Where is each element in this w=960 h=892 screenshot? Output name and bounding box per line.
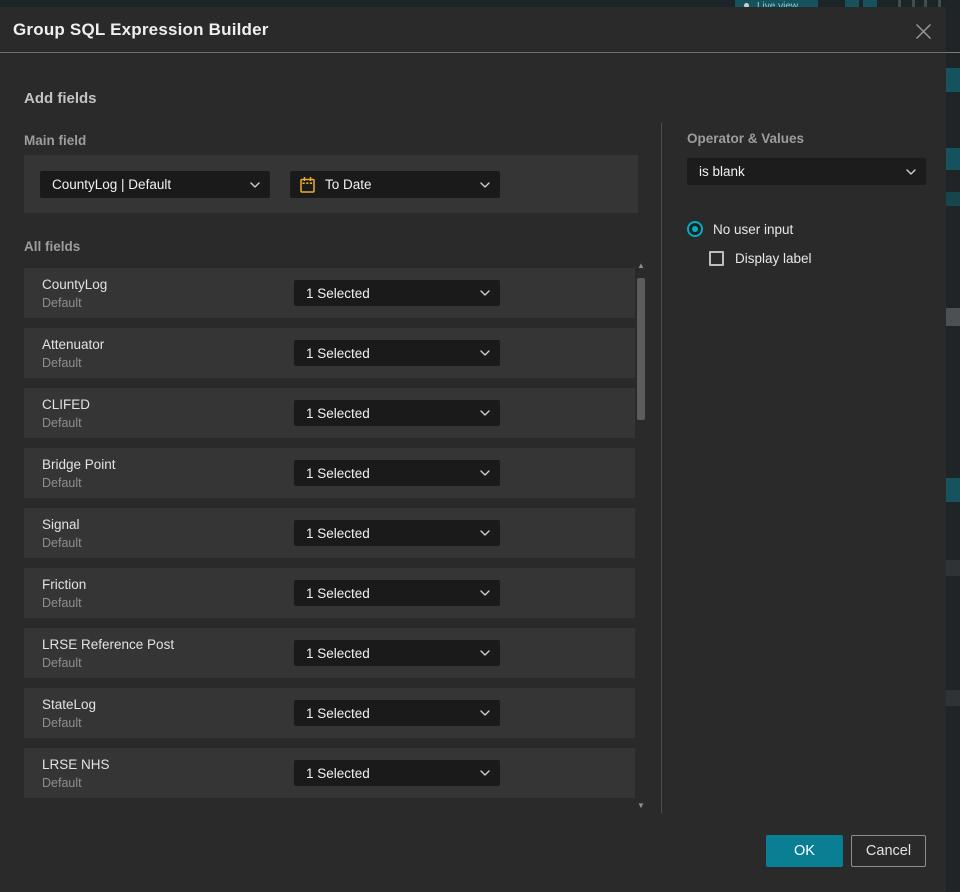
chevron-down-icon (480, 181, 490, 188)
field-selected-value: 1 Selected (306, 765, 370, 781)
chevron-down-icon (480, 590, 490, 596)
background-edge-fragment (946, 690, 960, 706)
field-selected-value: 1 Selected (306, 405, 370, 421)
field-type-dropdown[interactable]: To Date (290, 171, 500, 198)
field-row: CLIFED Default 1 Selected (24, 388, 635, 438)
all-fields-label: All fields (24, 239, 81, 254)
field-subtitle: Default (42, 536, 82, 550)
field-selected-value: 1 Selected (306, 465, 370, 481)
field-selected-value: 1 Selected (306, 525, 370, 541)
chevron-down-icon (250, 181, 260, 188)
field-row: LRSE NHS Default 1 Selected (24, 748, 635, 798)
close-icon (915, 23, 931, 39)
add-fields-heading: Add fields (24, 90, 97, 107)
field-selected-value: 1 Selected (306, 705, 370, 721)
chevron-down-icon (480, 710, 490, 716)
field-name: CountyLog (42, 277, 108, 292)
field-name: Signal (42, 517, 80, 532)
field-name: LRSE NHS (42, 757, 110, 772)
display-label-option[interactable]: Display label (709, 251, 812, 266)
field-subtitle: Default (42, 716, 82, 730)
display-label-label: Display label (735, 251, 812, 266)
dialog-header: Group SQL Expression Builder (0, 7, 946, 53)
field-row: StateLog Default 1 Selected (24, 688, 635, 738)
display-label-checkbox[interactable] (709, 251, 724, 266)
no-user-input-label: No user input (713, 221, 794, 237)
background-edge-fragment (946, 148, 960, 170)
chevron-down-icon (480, 290, 490, 296)
field-name: StateLog (42, 697, 97, 712)
field-selected-value: 1 Selected (306, 585, 370, 601)
field-selected-dropdown[interactable]: 1 Selected (294, 580, 500, 606)
chevron-down-icon (480, 530, 490, 536)
scroll-down-arrow-icon[interactable]: ▼ (636, 801, 646, 811)
background-edge-fragment (946, 192, 960, 206)
background-edge-fragment (946, 68, 960, 92)
field-row: LRSE Reference Post Default 1 Selected (24, 628, 635, 678)
close-button[interactable] (911, 19, 935, 43)
field-name: Friction (42, 577, 87, 592)
scrollbar-thumb[interactable] (637, 278, 645, 420)
field-selected-dropdown[interactable]: 1 Selected (294, 280, 500, 306)
field-selected-dropdown[interactable]: 1 Selected (294, 400, 500, 426)
field-name: LRSE Reference Post (42, 637, 175, 652)
field-name: CLIFED (42, 397, 91, 412)
field-name: Bridge Point (42, 457, 116, 472)
field-selected-value: 1 Selected (306, 285, 370, 301)
background-edge-fragment (946, 308, 960, 326)
main-field-dropdown-value: CountyLog | Default (52, 177, 172, 192)
chevron-down-icon (906, 168, 916, 175)
field-subtitle: Default (42, 356, 82, 370)
background-edge-fragment (946, 560, 960, 576)
operator-values-label: Operator & Values (687, 131, 805, 146)
field-row: CountyLog Default 1 Selected (24, 268, 635, 318)
field-selected-dropdown[interactable]: 1 Selected (294, 520, 500, 546)
field-row: Friction Default 1 Selected (24, 568, 635, 618)
field-type-dropdown-value: To Date (325, 177, 372, 192)
no-user-input-option[interactable]: No user input (687, 221, 793, 237)
ok-button[interactable]: OK (766, 835, 843, 867)
background-edge-line (946, 52, 960, 53)
calendar-icon (299, 176, 316, 194)
field-selected-dropdown[interactable]: 1 Selected (294, 700, 500, 726)
no-user-input-radio[interactable] (687, 221, 703, 237)
field-subtitle: Default (42, 656, 82, 670)
field-selected-dropdown[interactable]: 1 Selected (294, 640, 500, 666)
chevron-down-icon (480, 770, 490, 776)
screen: Live view Group SQL Expression Builder A (0, 0, 960, 892)
field-selected-value: 1 Selected (306, 345, 370, 361)
chevron-down-icon (480, 650, 490, 656)
field-selected-dropdown[interactable]: 1 Selected (294, 460, 500, 486)
scroll-up-arrow-icon[interactable]: ▲ (636, 261, 646, 271)
field-row: Bridge Point Default 1 Selected (24, 448, 635, 498)
field-selected-value: 1 Selected (306, 645, 370, 661)
group-sql-expression-builder-dialog: Group SQL Expression Builder Add fields … (0, 7, 946, 892)
field-selected-dropdown[interactable]: 1 Selected (294, 760, 500, 786)
field-subtitle: Default (42, 596, 82, 610)
field-subtitle: Default (42, 776, 82, 790)
dialog-title: Group SQL Expression Builder (13, 20, 269, 39)
field-name: Attenuator (42, 337, 105, 352)
cancel-button[interactable]: Cancel (851, 835, 926, 867)
operator-dropdown[interactable]: is blank (687, 158, 926, 185)
field-row: Attenuator Default 1 Selected (24, 328, 635, 378)
main-field-panel: CountyLog | Default To Date (24, 155, 638, 213)
field-row: Signal Default 1 Selected (24, 508, 635, 558)
main-field-dropdown[interactable]: CountyLog | Default (40, 171, 270, 198)
chevron-down-icon (480, 410, 490, 416)
all-fields-list: CountyLog Default 1 Selected Attenuator … (24, 268, 635, 808)
field-subtitle: Default (42, 296, 82, 310)
fields-scrollbar[interactable]: ▲ ▼ (636, 261, 646, 811)
background-app-edge (946, 0, 960, 892)
field-subtitle: Default (42, 476, 82, 490)
chevron-down-icon (480, 350, 490, 356)
main-field-label: Main field (24, 133, 87, 148)
chevron-down-icon (480, 470, 490, 476)
field-subtitle: Default (42, 416, 82, 430)
panel-divider (661, 123, 662, 813)
background-edge-fragment (946, 478, 960, 502)
field-selected-dropdown[interactable]: 1 Selected (294, 340, 500, 366)
operator-dropdown-value: is blank (699, 164, 745, 179)
